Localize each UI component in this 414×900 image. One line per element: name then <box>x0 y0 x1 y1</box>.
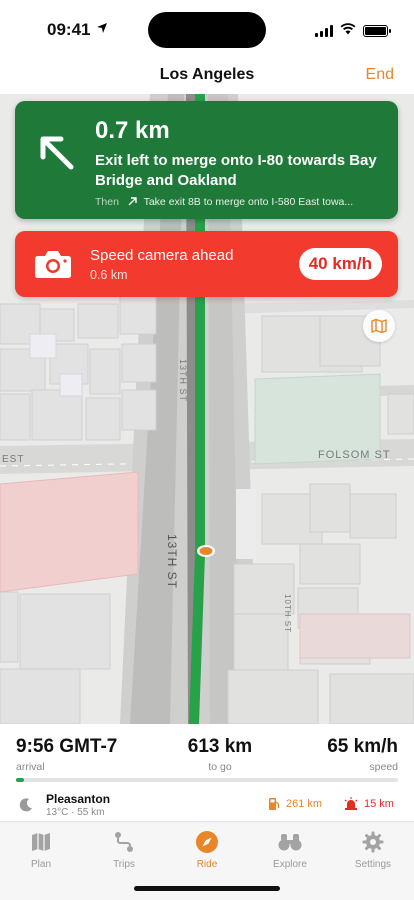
location-arrow-icon <box>96 22 108 37</box>
camera-distance-summary: 15 km <box>364 797 394 810</box>
turn-left-arrow-icon <box>40 136 74 170</box>
status-time: 09:41 <box>47 20 91 39</box>
tab-label: Explore <box>273 859 307 870</box>
status-bar: 09:41 <box>0 0 414 54</box>
route-icon <box>115 832 133 852</box>
next-maneuver: Then Take exit 8B to merge onto I-580 Ea… <box>95 196 391 208</box>
trip-progress-bar <box>16 778 398 782</box>
fuel-pump-icon <box>269 798 280 810</box>
street-label: 10TH ST <box>283 594 292 633</box>
then-instruction: Take exit 8B to merge onto I-580 East to… <box>143 196 354 208</box>
page-title: Los Angeles <box>159 66 255 83</box>
position-marker <box>197 545 215 557</box>
camera-count-indicator: 15 km <box>344 797 394 810</box>
speed-limit-badge: 40 km/h <box>298 248 382 280</box>
map-mode-button[interactable] <box>363 310 395 342</box>
speed-stat: 65 km/h speed <box>327 736 398 773</box>
arrow-up-right-icon <box>128 197 137 206</box>
navigation-instruction-card[interactable]: 0.7 km Exit left to merge onto I-80 towa… <box>15 101 398 219</box>
speed-camera-alert[interactable]: Speed camera ahead 0.6 km 40 km/h <box>15 231 398 297</box>
street-label: 13TH ST <box>178 359 188 402</box>
gear-icon <box>362 831 384 853</box>
battery-icon <box>363 25 391 37</box>
map-icon <box>371 318 387 334</box>
end-button[interactable]: End <box>366 66 394 84</box>
tab-trips[interactable]: Trips <box>83 828 165 870</box>
arrival-label: arrival <box>16 761 45 773</box>
maneuver-instruction: Exit left to merge onto I-80 towards Bay… <box>95 152 377 189</box>
street-label: EST <box>2 454 24 465</box>
street-label: 13TH ST <box>165 534 179 589</box>
binoculars-icon <box>278 834 302 851</box>
fuel-distance: 261 km <box>286 798 323 810</box>
then-label: Then <box>95 196 119 208</box>
compass-icon <box>196 831 218 853</box>
wifi-icon <box>340 22 356 40</box>
fuel-indicator: 261 km <box>268 797 322 811</box>
map-icon <box>32 833 50 851</box>
to-go-label: to go <box>208 761 232 773</box>
tab-label: Trips <box>113 859 135 870</box>
tab-label: Settings <box>354 859 392 870</box>
home-indicator <box>134 886 280 891</box>
distance-stat: 613 km to go <box>180 736 260 773</box>
current-speed: 65 km/h <box>327 736 398 757</box>
nav-header: Los Angeles End <box>0 54 414 94</box>
maneuver-distance: 0.7 km <box>95 117 170 144</box>
arrival-time: 9:56 GMT-7 <box>16 736 118 757</box>
siren-icon <box>344 797 358 810</box>
tab-plan[interactable]: Plan <box>0 828 82 870</box>
camera-alert-title: Speed camera ahead <box>90 247 234 264</box>
tab-settings[interactable]: Settings <box>332 828 414 870</box>
tab-explore[interactable]: Explore <box>249 828 331 870</box>
tab-label: Plan <box>30 859 51 870</box>
camera-icon <box>35 251 71 278</box>
tab-label: Ride <box>196 859 218 870</box>
tab-ride[interactable]: Ride <box>166 828 248 870</box>
destination-row[interactable]: Pleasanton 13°C · 55 km 261 km 15 km <box>0 790 414 820</box>
arrival-stat: 9:56 GMT-7 arrival <box>16 736 117 773</box>
camera-distance: 0.6 km <box>90 268 128 282</box>
destination-name: Pleasanton <box>46 792 111 806</box>
distance-to-go: 613 km <box>187 736 253 757</box>
signal-icon <box>315 25 333 37</box>
moon-icon <box>19 798 32 812</box>
trip-progress-fill <box>16 778 24 782</box>
speed-label: speed <box>369 761 398 773</box>
street-label: FOLSOM ST <box>318 449 391 461</box>
destination-weather-distance: 13°C · 55 km <box>46 807 105 818</box>
dynamic-island <box>148 12 266 48</box>
